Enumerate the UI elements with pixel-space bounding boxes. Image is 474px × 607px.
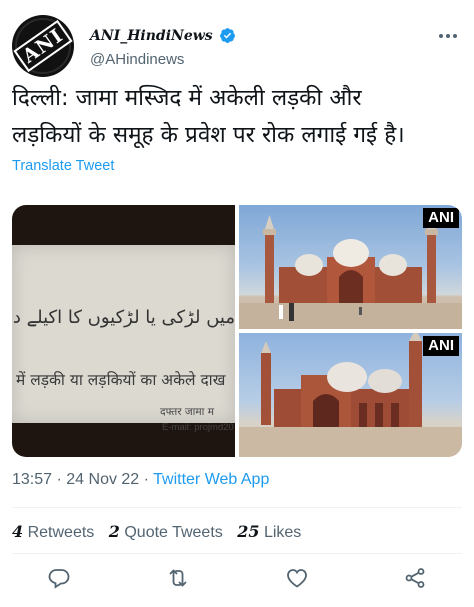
media-image-mosque-1[interactable]: ANI xyxy=(239,205,462,329)
media-image-mosque-2[interactable]: ANI xyxy=(239,333,462,457)
sign-email-text: E-mail: projmd20 xyxy=(162,422,234,433)
media-image-sign[interactable]: میں لڑکی یا لڑکیوں کا اکیلے داخ में लड़क… xyxy=(12,205,235,457)
sign-urdu-text: میں لڑکی یا لڑکیوں کا اکیلے داخ xyxy=(12,307,235,328)
quote-tweets-stat[interactable]: 2 Quote Tweets xyxy=(108,522,223,541)
meta-separator-2: · xyxy=(139,471,154,488)
ani-watermark-top: ANI xyxy=(423,208,459,228)
more-options-icon[interactable] xyxy=(436,24,460,48)
display-name[interactable]: ANI_HindiNews xyxy=(90,27,236,44)
tweet-date[interactable]: 24 Nov 22 xyxy=(66,471,139,488)
tweet: ANI ANI_HindiNews @AHindinews दिल्ली: जा… xyxy=(0,0,474,607)
likes-stat[interactable]: 25 Likes xyxy=(237,522,302,541)
reply-icon xyxy=(48,569,70,589)
sign-hindi-text: में लड़की या लड़कियों का अकेले दाख xyxy=(16,371,226,389)
share-icon xyxy=(405,568,425,588)
tweet-stats: 4 Retweets 2 Quote Tweets 25 Likes xyxy=(12,522,301,542)
tweet-source-app[interactable]: Twitter Web App xyxy=(153,471,269,488)
heart-icon xyxy=(287,569,307,588)
likes-label: Likes xyxy=(263,524,302,541)
handle[interactable]: @AHindinews xyxy=(90,51,184,68)
tweet-text-line-2: लड़कियों के समूह के प्रवेश पर रोक लगाई ग… xyxy=(12,122,405,148)
tweet-actions xyxy=(0,566,474,598)
avatar[interactable]: ANI xyxy=(12,15,74,77)
quote-tweets-count: 2 xyxy=(108,522,120,541)
notice-board: میں لڑکی یا لڑکیوں کا اکیلے داخ में लड़क… xyxy=(12,245,235,433)
sign-office-text: दफ्तर जामा म xyxy=(160,406,214,418)
quote-tweets-label: Quote Tweets xyxy=(124,524,223,541)
display-name-text: ANI_HindiNews xyxy=(90,27,213,44)
like-button[interactable] xyxy=(285,566,313,594)
likes-count: 25 xyxy=(237,522,260,541)
retweets-stat[interactable]: 4 Retweets xyxy=(12,522,95,541)
share-button[interactable] xyxy=(403,566,431,594)
meta-separator-1: · xyxy=(52,471,67,488)
divider-top xyxy=(12,507,462,508)
retweets-label: Retweets xyxy=(27,524,95,541)
retweets-count: 4 xyxy=(12,522,24,541)
tweet-media[interactable]: میں لڑکی یا لڑکیوں کا اکیلے داخ में लड़क… xyxy=(12,205,462,457)
retweet-icon xyxy=(169,569,187,587)
translate-tweet-link[interactable]: Translate Tweet xyxy=(12,158,114,174)
tweet-text-line-1: दिल्ली: जामा मस्जिद में अकेली लड़की और xyxy=(12,85,362,111)
tweet-text: दिल्ली: जामा मस्जिद में अकेली लड़की और ल… xyxy=(12,80,467,154)
tweet-meta: 13:57 · 24 Nov 22 · Twitter Web App xyxy=(12,471,269,489)
verified-badge-icon xyxy=(219,28,235,43)
divider-bottom xyxy=(12,553,462,554)
reply-button[interactable] xyxy=(47,566,75,594)
ani-watermark-bottom: ANI xyxy=(423,336,459,356)
retweet-button[interactable] xyxy=(166,566,194,594)
tweet-time[interactable]: 13:57 xyxy=(12,471,52,488)
